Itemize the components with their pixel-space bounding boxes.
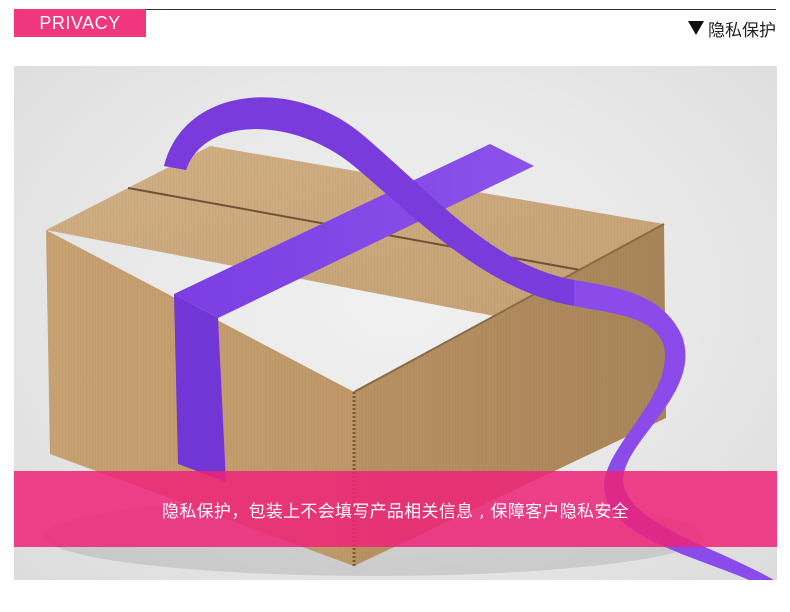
header-divider (146, 9, 776, 10)
privacy-tag: PRIVACY (14, 9, 146, 37)
privacy-banner: 隐私保护，包装上不会填写产品相关信息 , 保障客户隐私安全 (14, 471, 777, 547)
section-header: PRIVACY 隐私保护 (0, 0, 790, 50)
banner-text: 隐私保护，包装上不会填写产品相关信息 , 保障客户隐私安全 (162, 501, 629, 522)
section-title: 隐私保护 (688, 17, 776, 41)
section-title-text: 隐私保护 (708, 20, 776, 41)
ribbon-band-side (174, 294, 226, 482)
page: PRIVACY 隐私保护 隐私保护，包装上不会填写产品相关信息 , 保障客户隐私… (0, 0, 790, 612)
triangle-down-icon (688, 21, 704, 35)
